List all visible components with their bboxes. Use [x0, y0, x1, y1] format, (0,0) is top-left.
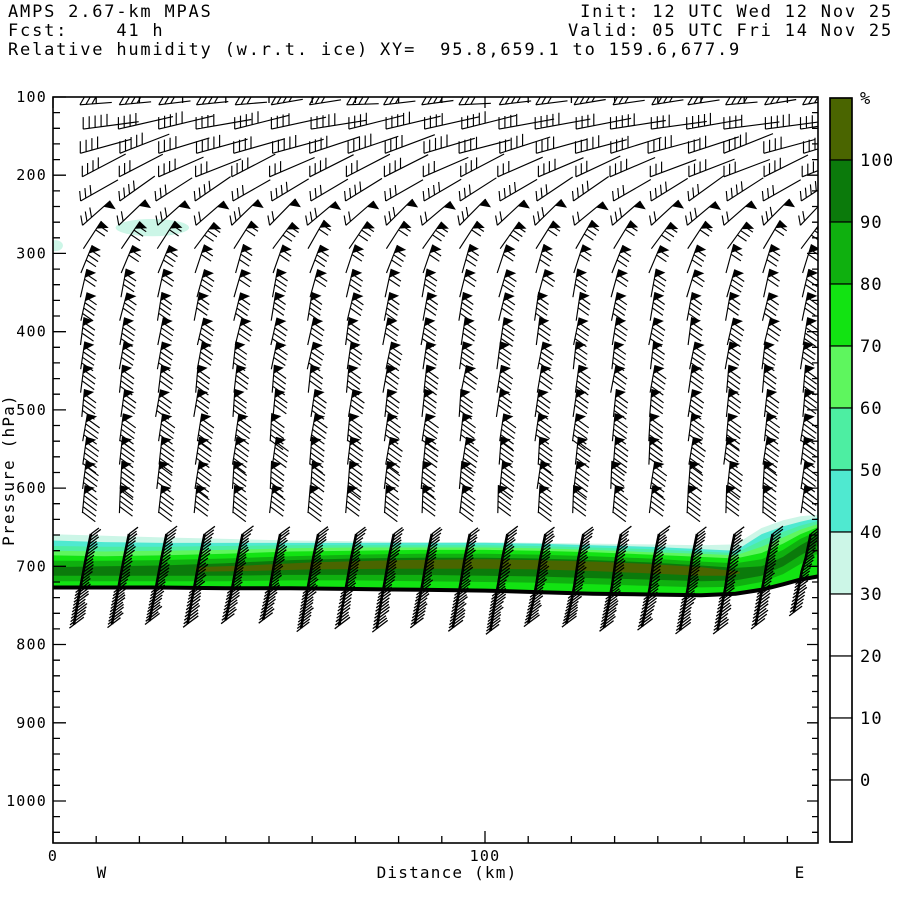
colorbar-units-label: % — [860, 89, 871, 109]
y-tick-label: 900 — [16, 714, 47, 732]
colorbar-tick-label: 20 — [860, 647, 883, 667]
colorbar-tick-label: 90 — [860, 213, 883, 233]
colorbar-tick-label: 100 — [860, 151, 894, 171]
colorbar-tick-label: 50 — [860, 461, 883, 481]
colorbar-tick-label: 0 — [860, 771, 871, 791]
y-tick-label: 200 — [16, 166, 47, 184]
y-tick-label: 1000 — [6, 792, 47, 810]
colorbar-tick-label: 60 — [860, 399, 883, 419]
ui-root: AMPS 2.67-km MPAS Fcst: 41 h Relative hu… — [0, 0, 900, 900]
colorbar-tick-label: 70 — [860, 337, 883, 357]
y-tick-label: 600 — [16, 479, 47, 497]
cross-section-plot: 10020030040050060070080090010000 100W EDis… — [0, 88, 894, 882]
y-tick-label: 300 — [16, 244, 47, 262]
y-tick-label: 400 — [16, 323, 47, 341]
east-label: E — [795, 863, 806, 882]
y-tick-label: 700 — [16, 557, 47, 575]
colorbar — [829, 97, 853, 843]
x-tick-label: 0 — [48, 847, 58, 865]
colorbar-tick-label: 80 — [860, 275, 883, 295]
y-axis-title: Pressure (hPa) — [0, 394, 18, 546]
y-tick-label: 100 — [16, 88, 47, 106]
x-axis-title: Distance (km) — [377, 863, 518, 882]
y-tick-label: 500 — [16, 401, 47, 419]
y-tick-label: 800 — [16, 636, 47, 654]
plot-interior — [53, 97, 818, 635]
colorbar-tick-label: 30 — [860, 585, 883, 605]
colorbar-tick-label: 40 — [860, 523, 883, 543]
west-label: W — [97, 863, 108, 882]
colorbar-tick-label: 10 — [860, 709, 883, 729]
